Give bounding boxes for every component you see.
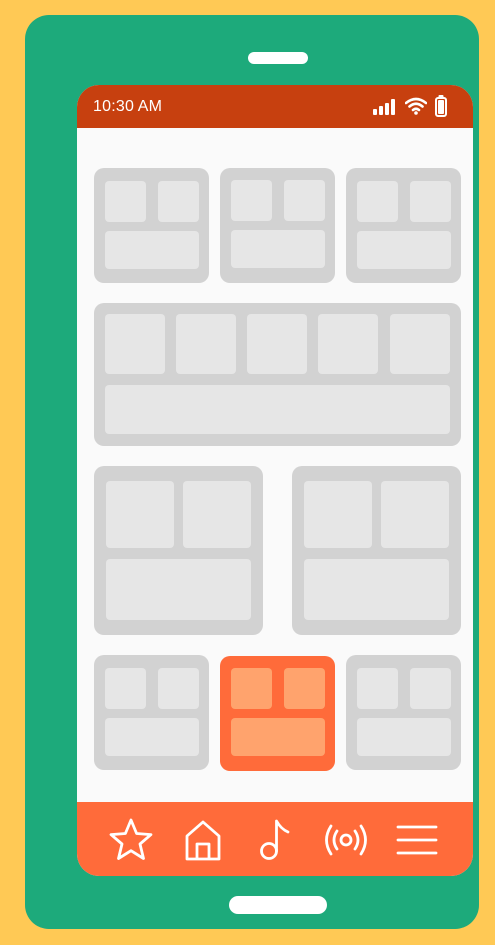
tile-cell [106,481,174,548]
star-icon [109,818,153,860]
tile-cell [284,180,325,221]
tile-cell [357,718,451,756]
nav-item-music[interactable] [251,816,299,864]
bottom-nav-bar [77,802,473,876]
grid-tile-medium[interactable] [292,466,461,635]
tile-cell [304,481,372,548]
tile-cell [284,668,325,709]
grid-tile[interactable] [346,168,461,283]
grid-tile[interactable] [220,168,335,283]
tile-cell [105,668,146,709]
tile-cell [318,314,378,374]
tile-cell [106,559,251,620]
tile-cell [410,668,451,709]
grid-tile-wide[interactable] [94,303,461,446]
nav-item-menu[interactable] [393,816,441,864]
tile-cell [231,668,272,709]
phone-frame: 10:30 AM [25,15,479,929]
tile-cell [390,314,450,374]
tile-cell [247,314,307,374]
battery-icon [435,95,447,117]
wifi-icon [405,97,427,115]
tile-cell [183,481,251,548]
music-note-icon [260,819,290,860]
nav-item-broadcast[interactable] [322,816,370,864]
signal-icon [373,99,395,115]
phone-home-button[interactable] [229,896,327,914]
grid-tile[interactable] [94,168,209,283]
phone-speaker [248,52,308,64]
tile-cell [231,718,325,756]
grid-tile-selected[interactable] [220,656,335,771]
status-icons [373,95,453,117]
tile-cell [105,385,450,434]
tile-cell [410,181,451,222]
tile-cell [105,314,165,374]
tile-cell [304,559,449,620]
nav-item-favorites[interactable] [107,816,155,864]
broadcast-icon [325,824,367,856]
status-bar: 10:30 AM [77,85,473,128]
grid-tile-medium[interactable] [94,466,263,635]
tile-cell [357,231,451,269]
tile-cell [105,231,199,269]
tile-cell [357,181,398,222]
tile-cell [105,718,199,756]
tile-cell [158,181,199,222]
home-icon [185,820,221,861]
status-time: 10:30 AM [93,98,163,115]
menu-icon [396,825,438,855]
grid-tile[interactable] [346,655,461,770]
tile-cell [357,668,398,709]
tile-cell [158,668,199,709]
tile-cell [231,180,272,221]
tile-cell [231,230,325,268]
phone-screen: 10:30 AM [77,85,473,876]
tile-cell [176,314,236,374]
nav-item-home[interactable] [179,816,227,864]
tile-cell [105,181,146,222]
grid-tile[interactable] [94,655,209,770]
tile-cell [381,481,449,548]
